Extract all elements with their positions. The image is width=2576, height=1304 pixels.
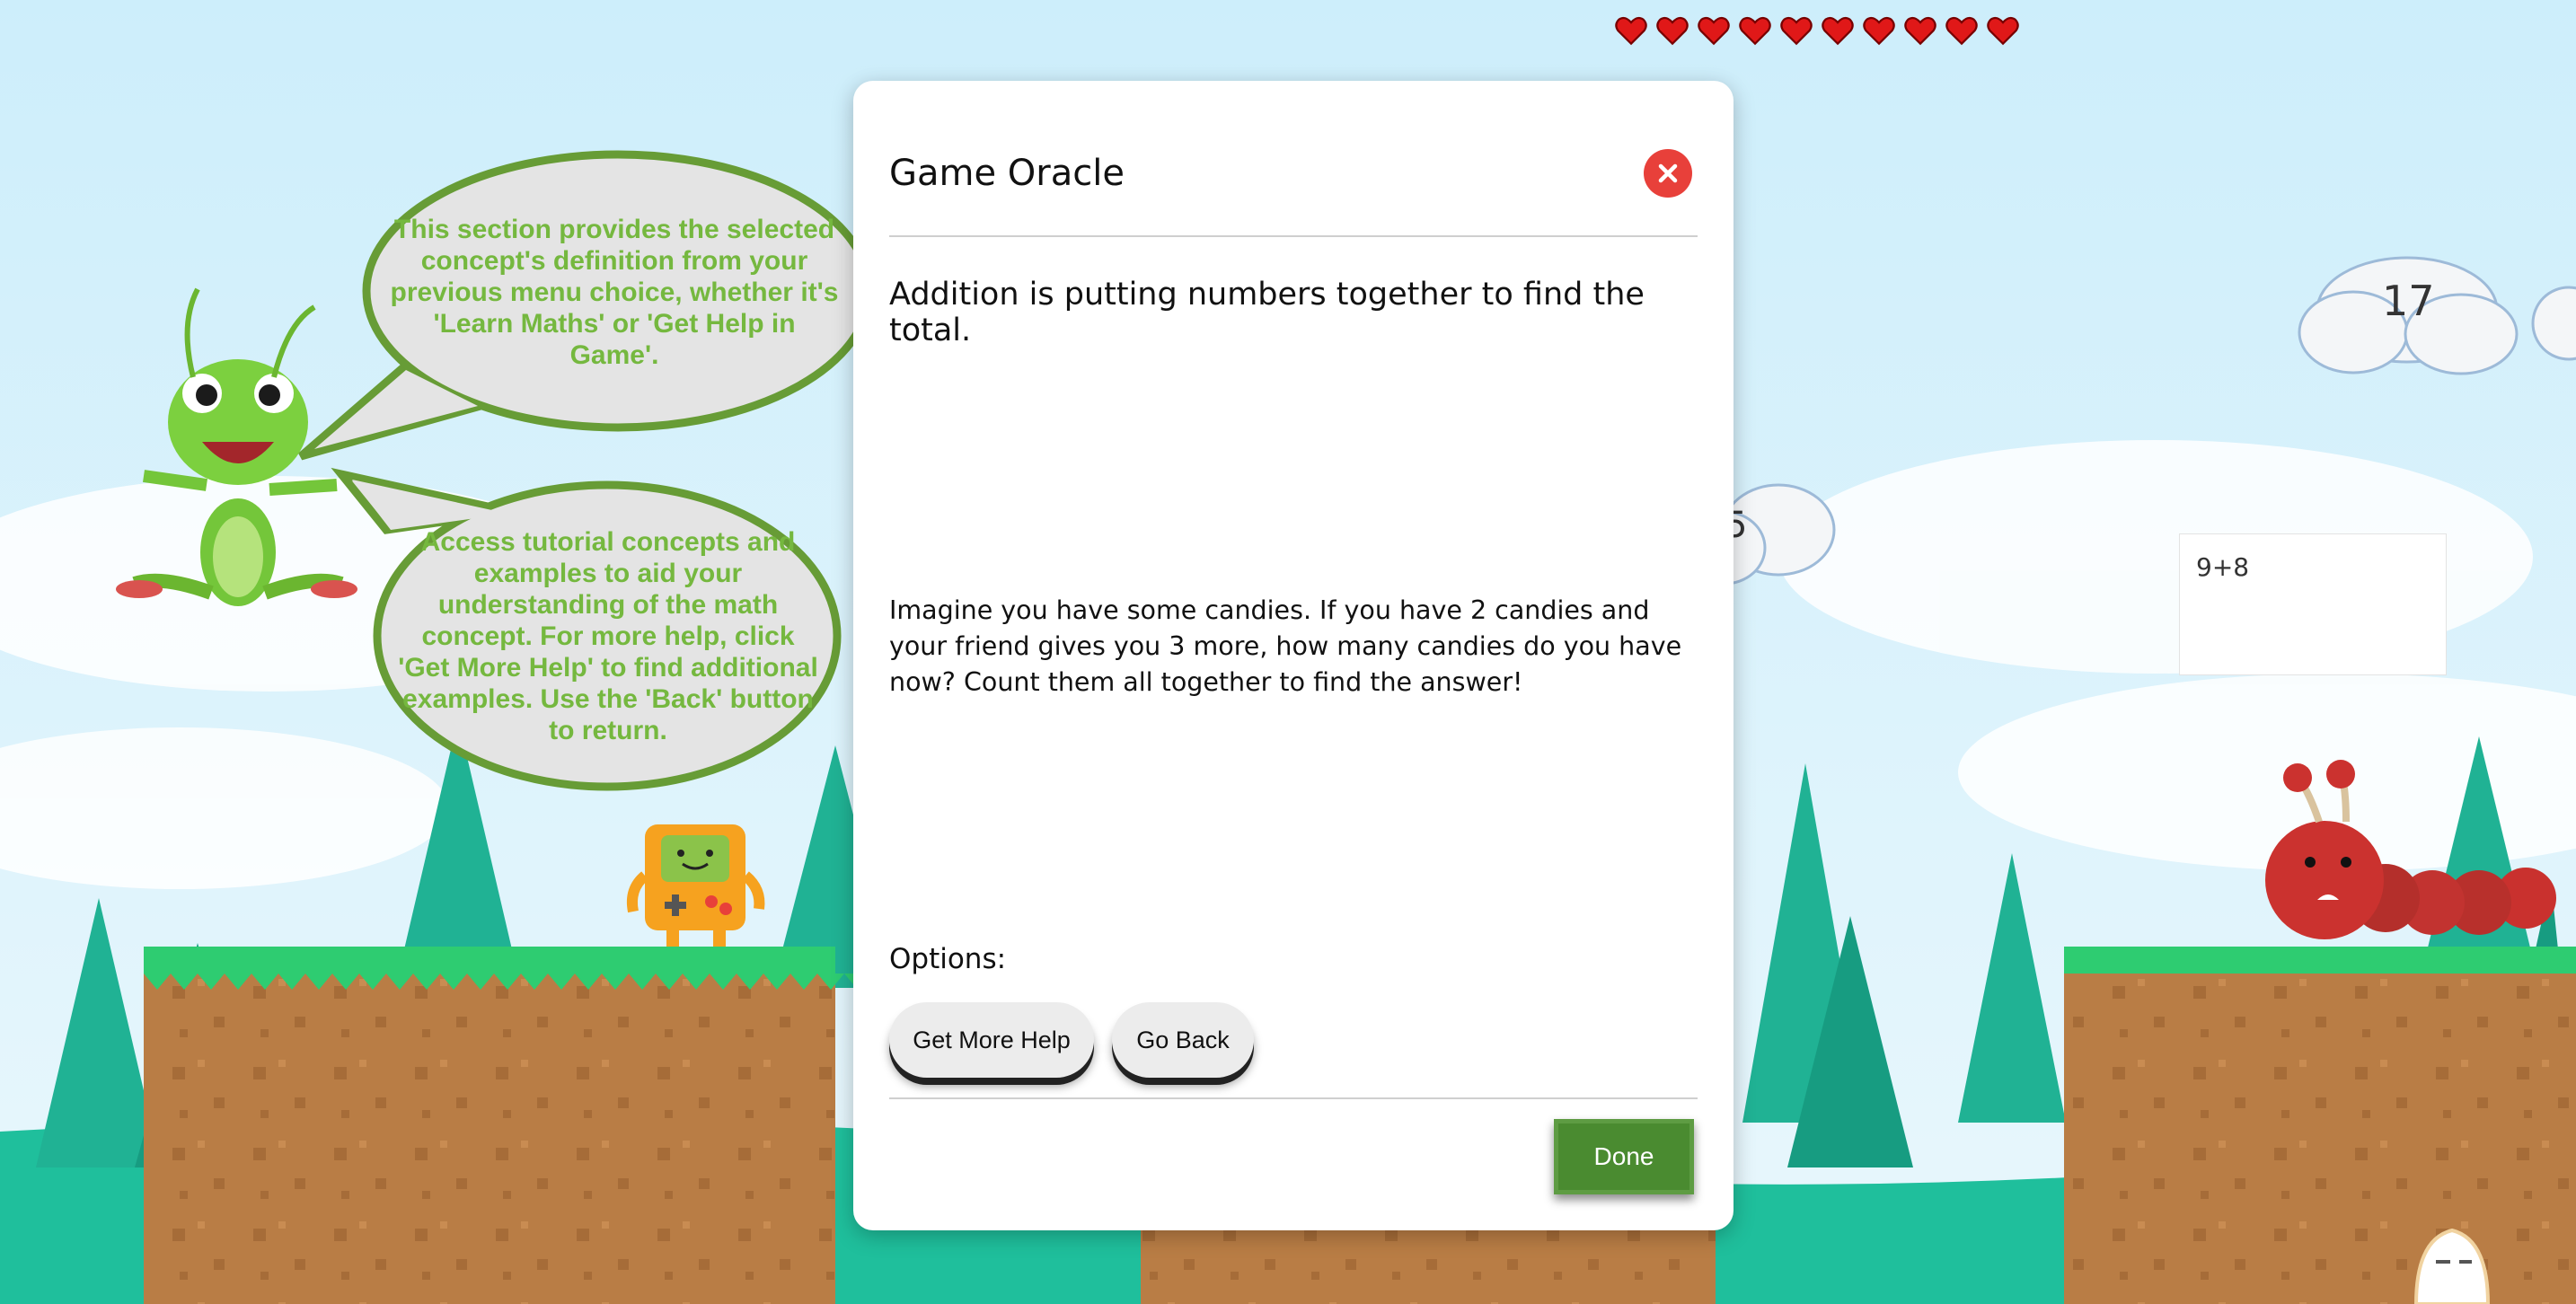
- footer-divider: [889, 1097, 1698, 1099]
- options-label: Options:: [889, 943, 1007, 975]
- close-button[interactable]: [1644, 149, 1692, 198]
- get-more-help-button[interactable]: Get More Help: [889, 1002, 1094, 1078]
- guide-bubble-tutorial: Access tutorial concepts and examples to…: [398, 527, 818, 745]
- heart-icon: [1615, 16, 1647, 46]
- heart-icon: [1780, 16, 1813, 46]
- heart-icon: [1822, 16, 1854, 46]
- go-back-button[interactable]: Go Back: [1112, 1002, 1254, 1078]
- heart-icon: [1739, 16, 1771, 46]
- target-number-cloud: 17: [2382, 277, 2435, 325]
- modal-title: Game Oracle: [889, 153, 1125, 194]
- answer-box: 9+8: [2179, 533, 2447, 675]
- concept-example: Imagine you have some candies. If you ha…: [889, 595, 1682, 697]
- lives-bar: [1615, 14, 2019, 47]
- guide-bubble-definition: This section provides the selected conce…: [390, 215, 839, 370]
- heart-icon: [1904, 16, 1936, 46]
- done-button[interactable]: Done: [1554, 1119, 1694, 1194]
- close-icon: [1658, 163, 1678, 183]
- heart-icon: [1698, 16, 1730, 46]
- game-oracle-modal: Game Oracle Addition is putting numbers …: [853, 81, 1734, 1230]
- header-divider: [889, 235, 1698, 237]
- answer-expression: 9+8: [2196, 552, 2250, 582]
- heart-icon: [1945, 16, 1978, 46]
- concept-definition: Addition is putting numbers together to …: [889, 277, 1645, 348]
- heart-icon: [1656, 16, 1689, 46]
- heart-icon: [1987, 16, 2019, 46]
- heart-icon: [1863, 16, 1895, 46]
